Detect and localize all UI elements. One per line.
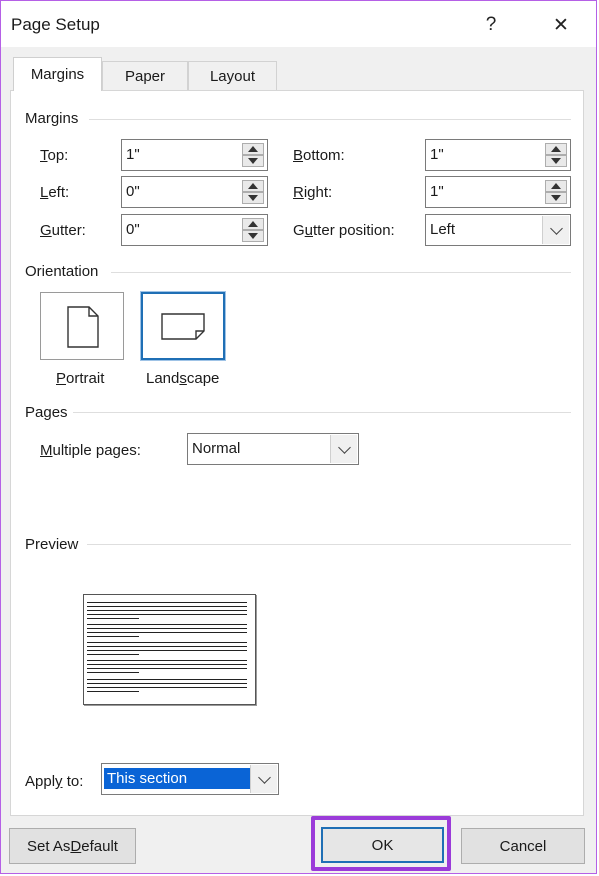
right-spin-up[interactable] bbox=[545, 180, 567, 192]
cancel-label: Cancel bbox=[499, 837, 547, 855]
landscape-label: Landscape bbox=[146, 370, 220, 387]
apply-to-value: This section bbox=[104, 768, 250, 789]
right-label: Right: bbox=[293, 184, 333, 201]
title-bar: Page Setup ? ✕ bbox=[1, 1, 596, 47]
landscape-button[interactable] bbox=[141, 292, 225, 360]
apply-to-select[interactable]: This section bbox=[101, 763, 279, 795]
help-icon: ? bbox=[485, 14, 497, 35]
left-spin-down[interactable] bbox=[242, 192, 264, 204]
ok-button[interactable]: OK bbox=[321, 827, 444, 863]
pages-section-label: Pages bbox=[25, 404, 68, 421]
top-margin-input[interactable]: 1" bbox=[121, 139, 268, 171]
gutter-input[interactable]: 0" bbox=[121, 214, 268, 246]
preview-page bbox=[83, 594, 256, 705]
ok-label: OK bbox=[371, 836, 394, 854]
gutter-position-select[interactable]: Left bbox=[425, 214, 571, 246]
preview-section-label: Preview bbox=[25, 536, 79, 553]
margins-section-label: Margins bbox=[25, 110, 79, 127]
apply-to-label: Apply to: bbox=[25, 773, 84, 790]
left-margin-value: 0" bbox=[126, 183, 140, 200]
gutter-label: Gutter: bbox=[40, 222, 86, 239]
chevron-down-icon[interactable] bbox=[330, 435, 357, 463]
left-spin-up[interactable] bbox=[242, 180, 264, 192]
cancel-button[interactable]: Cancel bbox=[461, 828, 585, 864]
bottom-label: Bottom: bbox=[293, 147, 345, 164]
tab-layout-label: Layout bbox=[209, 68, 256, 85]
top-label: Top: bbox=[40, 147, 69, 164]
chevron-down-icon[interactable] bbox=[250, 765, 277, 793]
tab-paper[interactable]: Paper bbox=[102, 61, 188, 91]
preview-divider bbox=[87, 544, 571, 545]
landscape-page-icon bbox=[161, 313, 205, 340]
bottom-spin-down[interactable] bbox=[545, 155, 567, 167]
gutter-value: 0" bbox=[126, 221, 140, 238]
bottom-margin-input[interactable]: 1" bbox=[425, 139, 571, 171]
gutter-spin-up[interactable] bbox=[242, 218, 264, 230]
close-icon: ✕ bbox=[553, 14, 569, 36]
multiple-pages-select[interactable]: Normal bbox=[187, 433, 359, 465]
left-label: Left: bbox=[40, 184, 70, 201]
pages-divider bbox=[73, 412, 571, 413]
portrait-button[interactable] bbox=[40, 292, 124, 360]
chevron-down-icon[interactable] bbox=[542, 216, 569, 244]
dialog-title: Page Setup bbox=[11, 15, 100, 34]
help-button[interactable]: ? bbox=[471, 7, 511, 43]
left-margin-input[interactable]: 0" bbox=[121, 176, 268, 208]
set-as-default-button[interactable]: Set As Default bbox=[9, 828, 136, 864]
tab-margins[interactable]: Margins bbox=[13, 57, 102, 91]
bottom-spin-up[interactable] bbox=[545, 143, 567, 155]
tab-layout[interactable]: Layout bbox=[188, 61, 277, 91]
top-spin-up[interactable] bbox=[242, 143, 264, 155]
close-button[interactable]: ✕ bbox=[541, 7, 581, 43]
gutter-position-value: Left bbox=[430, 221, 456, 238]
orientation-divider bbox=[111, 272, 571, 273]
top-margin-value: 1" bbox=[126, 146, 140, 163]
tab-paper-label: Paper bbox=[124, 68, 166, 85]
orientation-section-label: Orientation bbox=[25, 263, 99, 280]
gutter-spin-down[interactable] bbox=[242, 230, 264, 242]
top-spin-down[interactable] bbox=[242, 155, 264, 167]
portrait-label: Portrait bbox=[56, 370, 105, 387]
tab-margins-label: Margins bbox=[30, 66, 85, 83]
right-margin-value: 1" bbox=[430, 183, 444, 200]
gutter-position-label: Gutter position: bbox=[293, 222, 395, 239]
portrait-page-icon bbox=[67, 306, 99, 348]
margins-divider bbox=[89, 119, 571, 120]
bottom-margin-value: 1" bbox=[430, 146, 444, 163]
page-setup-dialog: Page Setup ? ✕ Margins Paper Layout Marg… bbox=[0, 0, 597, 874]
multiple-pages-value: Normal bbox=[192, 440, 241, 457]
right-margin-input[interactable]: 1" bbox=[425, 176, 571, 208]
multiple-pages-label: Multiple pages: bbox=[40, 442, 141, 459]
right-spin-down[interactable] bbox=[545, 192, 567, 204]
